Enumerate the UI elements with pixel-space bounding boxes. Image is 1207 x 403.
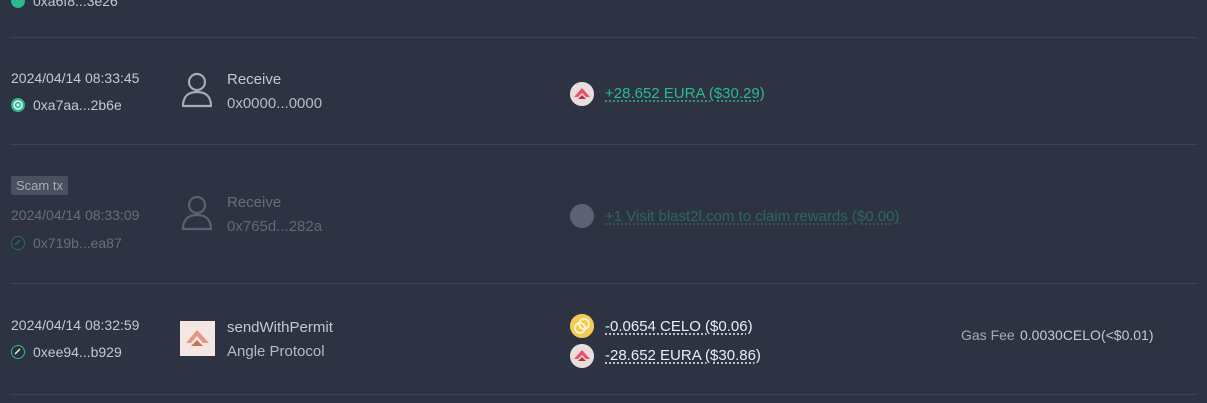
chain-icon — [11, 345, 25, 359]
gas-fee-label: Gas Fee — [961, 327, 1015, 343]
celo-token-icon — [570, 314, 594, 338]
timestamp: 2024/04/14 08:32:59 — [11, 317, 140, 333]
gas-fee-value: 0.0030CELO(<$0.01) — [1020, 327, 1154, 343]
timestamp: 2024/04/14 08:33:09 — [11, 207, 140, 223]
transaction-row: 2024/04/14 08:32:59 0xee94...b929 sendWi… — [0, 284, 1207, 394]
tx-action: Receive — [227, 194, 282, 211]
row-divider — [10, 394, 1197, 395]
transaction-row: 2024/04/14 08:33:45 0xa7aa...2b6e Receiv… — [0, 38, 1207, 144]
tx-action: Receive — [227, 71, 282, 88]
unknown-token-icon — [570, 204, 594, 228]
amount-link[interactable]: -0.0654 CELO ($0.06) — [605, 318, 753, 335]
wallet-address[interactable]: 0xa7aa...2b6e — [33, 97, 122, 113]
counterparty-address[interactable]: 0x0000...0000 — [227, 95, 322, 112]
wallet-address[interactable]: 0x719b...ea87 — [33, 235, 122, 251]
user-icon — [180, 195, 214, 236]
counterparty-name[interactable]: Angle Protocol — [227, 343, 325, 360]
amount-link[interactable]: +1 Visit blast2l.com to claim rewards ($… — [605, 208, 899, 225]
timestamp: 2024/04/14 08:33:45 — [11, 70, 140, 86]
wallet-address[interactable]: 0xa6f8...3e26 — [33, 0, 118, 9]
chain-icon — [11, 0, 25, 8]
eura-token-icon — [570, 82, 594, 106]
amount-link[interactable]: +28.652 EURA ($30.29) — [605, 85, 765, 102]
transaction-row: Scam tx 2024/04/14 08:33:09 0x719b...ea8… — [0, 145, 1207, 283]
counterparty-address[interactable]: 0x765d...282a — [227, 218, 322, 235]
angle-protocol-logo-icon — [180, 321, 215, 356]
eura-token-icon — [570, 344, 594, 368]
tx-action: sendWithPermit — [227, 319, 333, 336]
user-icon — [180, 72, 214, 113]
wallet-address[interactable]: 0xee94...b929 — [33, 344, 122, 360]
chain-icon — [11, 98, 25, 112]
scam-tag: Scam tx — [11, 176, 68, 195]
chain-icon — [11, 236, 25, 250]
amount-link[interactable]: -28.652 EURA ($30.86) — [605, 347, 761, 364]
